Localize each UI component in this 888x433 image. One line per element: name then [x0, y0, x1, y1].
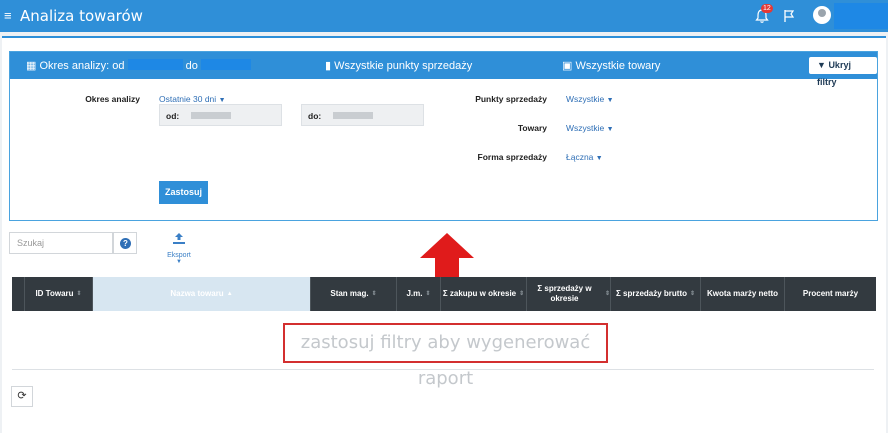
points-select[interactable]: Wszystkie ▼ [566, 94, 614, 104]
chevron-down-icon: ▼ [218, 97, 226, 104]
sale-form-select-value: Łączna [566, 152, 594, 162]
sort-ascending-icon: ▲ [226, 291, 233, 297]
sort-icon: ⇕ [690, 291, 696, 297]
column-label: ID Towaru [35, 289, 74, 298]
divider [12, 369, 874, 370]
column-header-sales[interactable]: Σ sprzedaży w okresie ⇕ [526, 277, 610, 311]
period-summary-mid: do [185, 60, 198, 72]
goods-summary-label: Wszystkie towary [575, 60, 661, 72]
export-label: Eksport [167, 252, 191, 259]
period-summary: ▦ Okres analizy: od do [26, 59, 251, 72]
notification-badge: 12 [761, 4, 773, 13]
column-header-name[interactable]: Nazwa towaru ▲ [92, 277, 310, 311]
column-header-net-margin[interactable]: Kwota marży netto [700, 277, 784, 311]
redacted-date-from [127, 59, 183, 70]
page-title: Analiza towarów [20, 7, 143, 25]
sort-icon: ⇕ [371, 291, 377, 297]
column-header-id[interactable]: ID Towaru ⇕ [24, 277, 92, 311]
redacted-date-to [200, 59, 251, 70]
period-summary-start: Okres analizy: od [39, 60, 125, 72]
column-label: Kwota marży netto [706, 289, 779, 298]
sort-icon: ⇕ [425, 291, 431, 297]
chevron-down-icon: ▼ [176, 259, 182, 265]
calendar-icon: ▦ [26, 60, 37, 72]
points-summary-label: Wszystkie punkty sprzedaży [334, 60, 473, 72]
goods-label: Towary [517, 123, 547, 133]
hamburger-menu-icon[interactable]: ≡ [4, 9, 12, 22]
goods-summary: ▣ Wszystkie towary [562, 59, 660, 72]
sale-form-select[interactable]: Łączna ▼ [566, 152, 603, 162]
apply-button[interactable]: Zastosuj [159, 181, 208, 204]
column-header-stock[interactable]: Stan mag. ⇕ [310, 277, 396, 311]
chevron-down-icon: ▼ [595, 155, 603, 162]
column-header-gross-sales[interactable]: Σ sprzedaży brutto ⇕ [610, 277, 700, 311]
refresh-icon: ⟳ [17, 390, 27, 402]
table-header: ID Towaru ⇕ Nazwa towaru ▲ Stan mag. ⇕ J.m.… [12, 277, 876, 311]
user-avatar-icon[interactable] [813, 6, 831, 24]
top-bar: ≡ Analiza towarów 12 [0, 0, 888, 32]
date-from-label: od: [166, 111, 180, 121]
filters-panel: ▦ Okres analizy: od do ▮ Wszystkie punkt… [9, 51, 878, 221]
upload-icon [173, 233, 185, 244]
date-from-field[interactable]: od: [159, 104, 282, 126]
refresh-button[interactable]: ⟳ [11, 386, 33, 407]
user-menu[interactable] [834, 3, 888, 29]
help-button[interactable]: ? [113, 232, 137, 254]
chevron-down-icon: ▼ [606, 97, 614, 104]
filter-icon: ▼ [817, 60, 826, 70]
column-label: Σ sprzedaży brutto [615, 289, 687, 298]
column-checkbox [12, 277, 24, 311]
sort-icon: ⇕ [519, 291, 525, 297]
chevron-down-icon: ▼ [606, 126, 614, 133]
column-header-purchase[interactable]: Σ zakupu w okresie ⇕ [440, 277, 526, 311]
period-select-value: Ostatnie 30 dni [159, 94, 217, 104]
points-select-value: Wszystkie [566, 94, 605, 104]
filters-header: ▦ Okres analizy: od do ▮ Wszystkie punkt… [10, 52, 877, 87]
date-to-field[interactable]: do: [301, 104, 424, 126]
column-label: Σ zakupu w okresie [442, 289, 517, 298]
column-header-unit[interactable]: J.m. ⇕ [396, 277, 440, 311]
goods-select[interactable]: Wszystkie ▼ [566, 123, 614, 133]
hide-filters-button[interactable]: ▼ Ukryj filtry [809, 57, 877, 87]
column-header-margin-percent[interactable]: Procent marży [784, 277, 876, 311]
column-label: Stan mag. [330, 289, 369, 298]
goods-select-value: Wszystkie [566, 123, 605, 133]
flag-icon[interactable] [783, 9, 795, 23]
period-select[interactable]: Ostatnie 30 dni ▼ [159, 94, 226, 104]
points-summary: ▮ Wszystkie punkty sprzedaży [325, 59, 472, 72]
empty-state-message: zastosuj filtry aby wygenerować raport [283, 323, 608, 389]
column-label: J.m. [406, 289, 423, 298]
export-button[interactable]: Eksport ▼ [165, 232, 193, 265]
column-label: Procent marży [802, 289, 859, 298]
building-icon: ▮ [325, 60, 332, 72]
search-input[interactable]: Szukaj [9, 232, 113, 254]
date-to-label: do: [308, 111, 322, 121]
redacted-date-to-value [333, 112, 374, 119]
column-label: Σ sprzedaży w okresie [537, 284, 592, 303]
sort-icon: ⇕ [76, 291, 82, 297]
sale-form-label: Forma sprzedaży [477, 152, 547, 162]
redacted-date-from-value [191, 112, 232, 119]
period-label: Okres analizy [85, 94, 140, 104]
column-label: Nazwa towaru [170, 289, 224, 298]
box-icon: ▣ [562, 60, 573, 72]
points-label: Punkty sprzedaży [475, 94, 547, 104]
help-icon: ? [120, 238, 131, 249]
